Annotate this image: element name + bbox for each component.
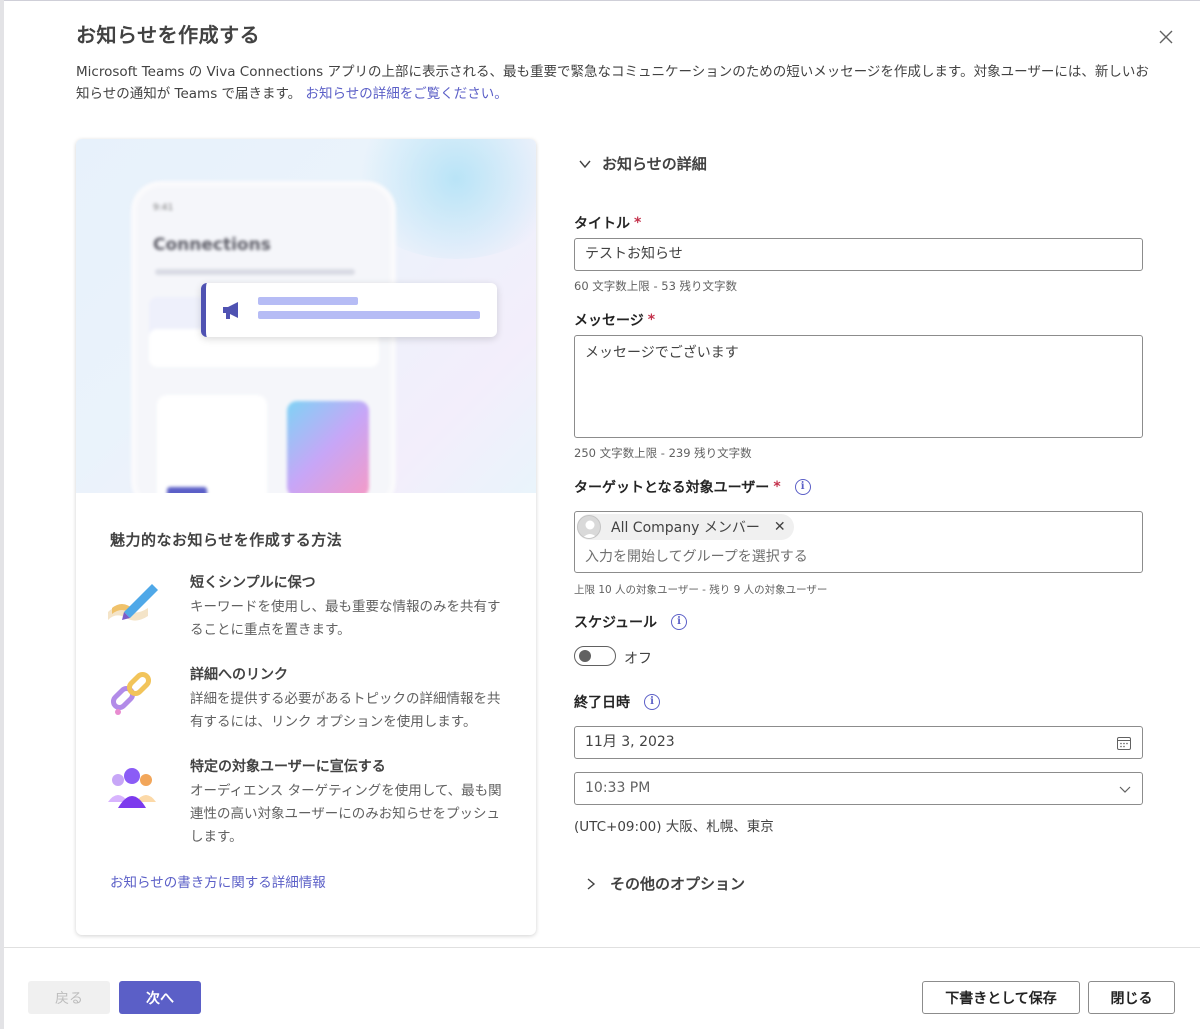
pen-icon [108, 584, 158, 621]
back-button[interactable]: 戻る [28, 981, 110, 1014]
chevron-down-icon [1119, 786, 1131, 793]
message-label: メッセージ * [574, 312, 656, 329]
timezone-text: (UTC+09:00) 大阪、札幌、東京 [574, 819, 774, 835]
writing-guidance-link[interactable]: お知らせの書き方に関する詳細情報 [110, 871, 326, 891]
title-char-count: 60 文字数上限 - 53 残り文字数 [574, 279, 738, 293]
info-icon[interactable]: i [671, 614, 688, 630]
preview-illustration: 9:41 Connections [76, 139, 536, 493]
end-date-value: 11月 3, 2023 [585, 734, 675, 750]
schedule-toggle-state: オフ [624, 651, 652, 667]
dialog-title: お知らせを作成する [76, 23, 261, 47]
next-button[interactable]: 次へ [119, 981, 201, 1014]
audience-label: ターゲットとなる対象ユーザー * i [574, 477, 811, 497]
schedule-label: スケジュール i [574, 612, 688, 632]
announcement-details-link[interactable]: お知らせの詳細をご覧ください。 [305, 86, 507, 102]
calendar-icon[interactable] [1116, 735, 1132, 751]
end-time-dropdown[interactable]: 10:33 PM [574, 772, 1143, 805]
create-announcement-dialog: お知らせを作成する Microsoft Teams の Viva Connect… [4, 0, 1200, 1029]
phone-app-name: Connections [153, 235, 271, 255]
audience-search-input[interactable]: 入力を開始してグループを選択する [585, 546, 808, 566]
message-textarea[interactable]: メッセージでございます [574, 335, 1143, 438]
tip-body: 詳細を提供する必要があるトピックの詳細情報を共有するには、リンク オプションを使… [190, 691, 501, 730]
save-draft-button[interactable]: 下書きとして保存 [922, 981, 1080, 1014]
audience-chip-label: All Company メンバー [611, 520, 760, 536]
dialog-header: お知らせを作成する Microsoft Teams の Viva Connect… [76, 19, 1156, 105]
more-options-label: その他のオプション [610, 875, 746, 893]
details-section-header[interactable]: お知らせの詳細 [578, 153, 707, 174]
message-char-count: 250 文字数上限 - 239 残り文字数 [574, 446, 752, 460]
tip-heading: 特定の対象ユーザーに宣伝する [190, 759, 386, 775]
info-icon[interactable]: i [794, 479, 811, 495]
remove-chip-icon[interactable]: ✕ [774, 519, 786, 535]
tips-section: 魅力的なお知らせを作成する方法 短くシンプルに保つ キーワードを使用し、最も重要… [108, 529, 510, 848]
group-avatar-icon [577, 515, 601, 539]
details-section-title: お知らせの詳細 [602, 155, 707, 173]
people-icon [108, 768, 156, 808]
dialog-description: Microsoft Teams の Viva Connections アプリの上… [76, 61, 1156, 105]
megaphone-icon [223, 302, 238, 319]
tip-item: 詳細へのリンク 詳細を提供する必要があるトピックの詳細情報を共有するには、リンク… [110, 664, 510, 756]
description-text: Microsoft Teams の Viva Connections アプリの上… [76, 64, 1149, 102]
footer-divider [4, 947, 1200, 948]
tip-item: 短くシンプルに保つ キーワードを使用し、最も重要な情報のみを共有することに重点を… [108, 572, 510, 664]
chevron-down-icon [579, 160, 591, 168]
audience-limit-hint: 上限 10 人の対象ユーザー - 残り 9 人の対象ユーザー [574, 584, 828, 596]
end-time-value: 10:33 PM [585, 780, 651, 796]
title-input[interactable]: テストお知らせ [574, 238, 1143, 271]
announcement-banner-illustration [201, 283, 497, 337]
title-label: タイトル * [574, 215, 642, 232]
end-datetime-label: 終了日時 i [574, 692, 660, 712]
more-options-toggle[interactable]: その他のオプション [584, 873, 745, 894]
link-icon [110, 671, 152, 715]
schedule-toggle[interactable] [574, 646, 616, 666]
tip-heading: 詳細へのリンク [190, 667, 288, 683]
close-button[interactable]: 閉じる [1088, 981, 1175, 1014]
tip-heading: 短くシンプルに保つ [190, 575, 316, 591]
phone-mockup: 9:41 Connections [131, 181, 396, 493]
end-date-picker[interactable]: 11月 3, 2023 [574, 726, 1143, 759]
tips-title: 魅力的なお知らせを作成する方法 [110, 531, 343, 549]
tip-item: 特定の対象ユーザーに宣伝する オーディエンス ターゲティングを使用して、最も関連… [108, 756, 510, 848]
tip-body: オーディエンス ターゲティングを使用して、最も関連性の高い対象ユーザーにのみお知… [190, 783, 502, 845]
close-icon[interactable] [1154, 25, 1178, 49]
guidance-panel: 9:41 Connections 魅力的なお知らせを作成する方法 短くシンプルに… [76, 139, 536, 935]
audience-picker[interactable]: All Company メンバー ✕ 入力を開始してグループを選択する [574, 511, 1143, 573]
chevron-right-icon [587, 877, 596, 890]
tip-body: キーワードを使用し、最も重要な情報のみを共有することに重点を置きます。 [190, 599, 501, 638]
audience-chip: All Company メンバー ✕ [577, 514, 794, 540]
info-icon[interactable]: i [644, 694, 660, 710]
